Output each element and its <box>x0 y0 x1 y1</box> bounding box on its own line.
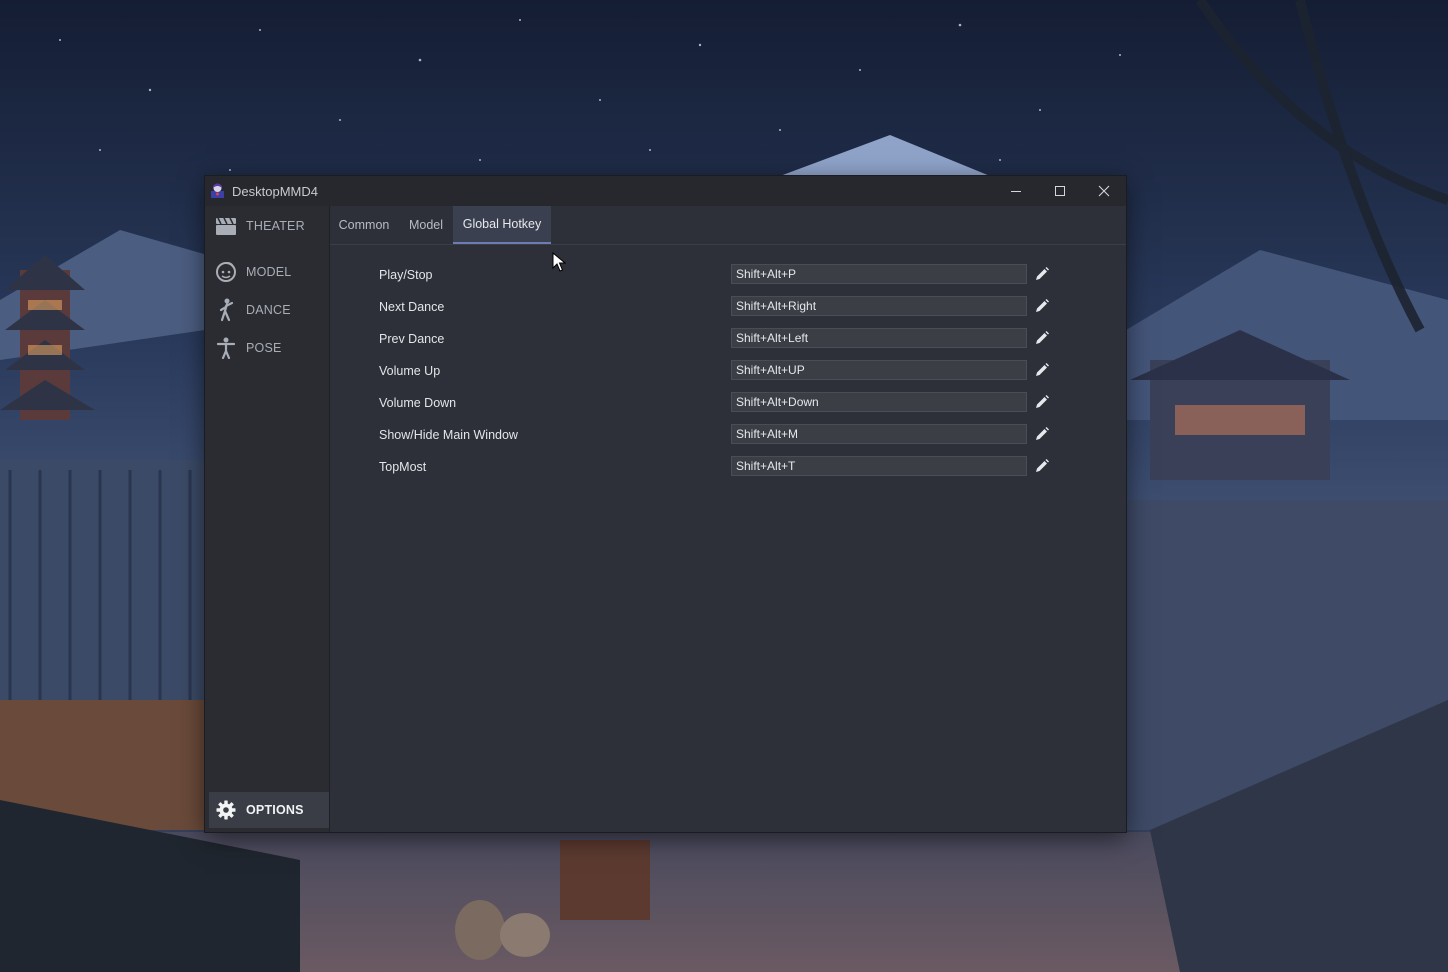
hotkey-label-volume-down: Volume Down <box>379 396 457 410</box>
app-logo-icon <box>211 183 224 198</box>
pencil-icon <box>1036 459 1049 472</box>
edit-hotkey-next-dance-button[interactable] <box>1033 297 1051 315</box>
edit-hotkey-play-stop-button[interactable] <box>1033 265 1051 283</box>
sidebar-item-label: MODEL <box>246 265 292 279</box>
options-tab-bar: Common Model Global Hotkey <box>330 206 1126 245</box>
pencil-icon <box>1036 427 1049 440</box>
maximize-icon <box>1055 186 1065 196</box>
mouse-cursor-icon <box>552 252 566 272</box>
hotkey-label-show-hide-window: Show/Hide Main Window <box>379 428 518 442</box>
edit-hotkey-volume-up-button[interactable] <box>1033 361 1051 379</box>
face-icon <box>214 260 238 284</box>
hotkey-field-next-dance[interactable] <box>731 296 1027 316</box>
tab-model[interactable]: Model <box>398 206 454 244</box>
sidebar-item-options[interactable]: OPTIONS <box>209 792 329 828</box>
tab-common[interactable]: Common <box>330 206 398 244</box>
pose-icon <box>214 336 238 360</box>
edit-hotkey-show-hide-window-button[interactable] <box>1033 425 1051 443</box>
hotkey-field-play-stop[interactable] <box>731 264 1027 284</box>
edit-hotkey-prev-dance-button[interactable] <box>1033 329 1051 347</box>
sidebar-item-label: OPTIONS <box>246 803 304 817</box>
pencil-icon <box>1036 299 1049 312</box>
sidebar-item-model[interactable]: MODEL <box>209 254 329 290</box>
theater-icon <box>214 214 238 238</box>
sidebar-item-label: THEATER <box>246 219 305 233</box>
sidebar-item-dance[interactable]: DANCE <box>209 292 329 328</box>
hotkey-label-next-dance: Next Dance <box>379 300 445 314</box>
window-title: DesktopMMD4 <box>232 184 318 199</box>
sidebar-item-pose[interactable]: POSE <box>209 330 329 366</box>
pencil-icon <box>1036 331 1049 344</box>
edit-hotkey-volume-down-button[interactable] <box>1033 393 1051 411</box>
hotkey-field-volume-down[interactable] <box>731 392 1027 412</box>
minimize-icon <box>1011 191 1021 192</box>
hotkey-label-prev-dance: Prev Dance <box>379 332 445 346</box>
pencil-icon <box>1036 363 1049 376</box>
sidebar-nav: THEATER MODEL DANCE POSE OPTIONS <box>205 206 330 832</box>
dancer-icon <box>214 298 238 322</box>
hotkey-label-volume-up: Volume Up <box>379 364 441 378</box>
gear-icon <box>214 798 238 822</box>
hotkey-field-prev-dance[interactable] <box>731 328 1027 348</box>
minimize-button[interactable] <box>994 176 1038 206</box>
app-window: DesktopMMD4 THEATER MODEL DANCE POSE OPT… <box>205 176 1126 832</box>
edit-hotkey-topmost-button[interactable] <box>1033 457 1051 475</box>
hotkey-label-play-stop: Play/Stop <box>379 268 433 282</box>
pencil-icon <box>1036 267 1049 280</box>
sidebar-item-theater[interactable]: THEATER <box>209 208 329 244</box>
hotkey-field-volume-up[interactable] <box>731 360 1027 380</box>
pencil-icon <box>1036 395 1049 408</box>
maximize-button[interactable] <box>1038 176 1082 206</box>
sidebar-item-label: POSE <box>246 341 282 355</box>
hotkey-field-topmost[interactable] <box>731 456 1027 476</box>
title-bar[interactable]: DesktopMMD4 <box>205 176 1126 206</box>
hotkey-field-show-hide-window[interactable] <box>731 424 1027 444</box>
close-button[interactable] <box>1082 176 1126 206</box>
hotkey-label-topmost: TopMost <box>379 460 427 474</box>
close-icon <box>1098 185 1110 197</box>
tab-global-hotkey[interactable]: Global Hotkey <box>453 206 551 244</box>
options-panel: Common Model Global Hotkey Play/Stop Nex… <box>330 206 1126 832</box>
sidebar-item-label: DANCE <box>246 303 291 317</box>
